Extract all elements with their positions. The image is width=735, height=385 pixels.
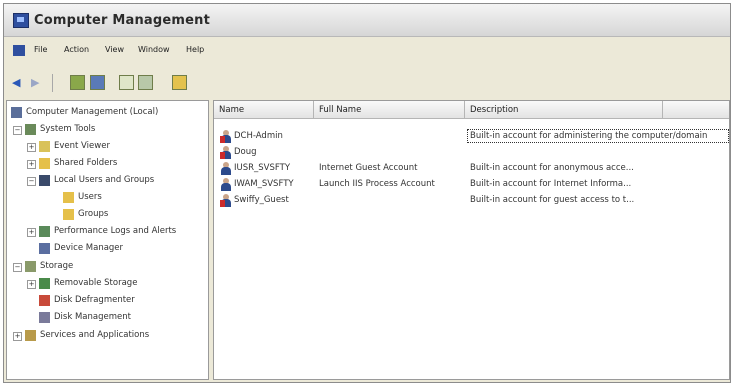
table-row[interactable]: IUSR_SVSFTY Internet Guest Account Built… <box>214 160 729 176</box>
user-list-pane[interactable]: Name Full Name Description DCH-Admin Bui… <box>213 100 730 380</box>
user-icon <box>221 162 231 175</box>
tree-label: Local Users and Groups <box>54 175 155 185</box>
show-hide-tree-icon[interactable] <box>90 75 105 90</box>
storage-icon <box>25 261 36 272</box>
cell-description: Built-in account for Internet Informa... <box>470 179 632 189</box>
toolbar-separator <box>52 74 53 92</box>
back-arrow-icon[interactable]: ◀ <box>12 75 24 90</box>
defragmenter-icon <box>39 295 50 306</box>
expand-icon[interactable]: + <box>27 160 36 169</box>
table-row[interactable]: Swiffy_Guest Built-in account for guest … <box>214 192 729 208</box>
user-icon <box>220 146 231 159</box>
collapse-icon[interactable]: − <box>13 126 22 135</box>
menu-view[interactable]: View <box>105 45 124 54</box>
user-icon <box>220 194 231 207</box>
column-header-filler <box>663 101 729 119</box>
cell-description: Built-in account for guest access to t..… <box>470 195 635 205</box>
collapse-icon[interactable]: − <box>27 177 36 186</box>
tree-label: Disk Defragmenter <box>54 295 135 305</box>
column-header-name[interactable]: Name <box>214 101 314 119</box>
table-row[interactable]: Doug <box>214 144 729 160</box>
expand-icon[interactable]: + <box>27 143 36 152</box>
performance-icon <box>39 226 50 237</box>
computer-management-icon <box>13 13 29 28</box>
menu-file[interactable]: File <box>34 45 47 54</box>
expand-icon[interactable]: + <box>27 228 36 237</box>
tree-label: Computer Management (Local) <box>26 107 159 117</box>
menu-action[interactable]: Action <box>64 45 89 54</box>
tree-label: Services and Applications <box>40 330 150 340</box>
column-header-description[interactable]: Description <box>465 101 663 119</box>
export-list-icon[interactable] <box>172 75 187 90</box>
cell-full-name: Launch IIS Process Account <box>319 179 435 189</box>
mmc-icon[interactable] <box>13 45 25 56</box>
cell-name: Swiffy_Guest <box>234 195 289 205</box>
table-row[interactable]: IWAM_SVSFTY Launch IIS Process Account B… <box>214 176 729 192</box>
column-header-full-name[interactable]: Full Name <box>314 101 465 119</box>
cell-name: IUSR_SVSFTY <box>234 163 291 173</box>
folder-icon <box>63 192 74 203</box>
cell-name: Doug <box>234 147 257 157</box>
tree-label: Shared Folders <box>54 158 118 168</box>
tree-label: Performance Logs and Alerts <box>54 226 177 236</box>
shared-folder-icon <box>39 158 50 169</box>
refresh-icon[interactable] <box>138 75 153 90</box>
cell-name: DCH-Admin <box>234 131 283 141</box>
console-tree[interactable]: Computer Management (Local) − System Too… <box>6 100 209 380</box>
up-folder-icon[interactable] <box>70 75 85 90</box>
services-icon <box>25 330 36 341</box>
user-icon <box>221 178 231 191</box>
event-viewer-icon <box>39 141 50 152</box>
tree-label: Users <box>78 192 102 202</box>
computer-icon <box>11 107 22 118</box>
forward-arrow-icon[interactable]: ▶ <box>31 75 43 90</box>
expand-icon[interactable]: + <box>27 280 36 289</box>
tree-label: System Tools <box>40 124 96 134</box>
menu-bar: File Action View Window Help <box>4 42 730 60</box>
user-icon <box>220 130 231 143</box>
cell-description: Built-in account for administering the c… <box>470 131 708 141</box>
tree-label: Device Manager <box>54 243 124 253</box>
cell-name: IWAM_SVSFTY <box>234 179 294 189</box>
collapse-icon[interactable]: − <box>13 263 22 272</box>
tree-label: Event Viewer <box>54 141 110 151</box>
properties-icon[interactable] <box>119 75 134 90</box>
tree-label: Storage <box>40 261 74 271</box>
tree-label: Groups <box>78 209 109 219</box>
tools-icon <box>25 124 36 135</box>
table-row[interactable]: DCH-Admin Built-in account for administe… <box>214 128 729 144</box>
toolbar: ◀ ▶ <box>4 70 730 96</box>
menu-help[interactable]: Help <box>186 45 204 54</box>
cell-description: Built-in account for anonymous acce... <box>470 163 634 173</box>
computer-management-window: Computer Management File Action View Win… <box>3 3 731 383</box>
expand-icon[interactable]: + <box>13 332 22 341</box>
menu-window[interactable]: Window <box>138 45 170 54</box>
tree-label: Disk Management <box>54 312 131 322</box>
removable-storage-icon <box>39 278 50 289</box>
folder-icon <box>63 209 74 220</box>
disk-management-icon <box>39 312 50 323</box>
title-bar[interactable]: Computer Management <box>4 4 730 37</box>
window-title: Computer Management <box>34 13 211 28</box>
tree-label: Removable Storage <box>54 278 138 288</box>
users-groups-icon <box>39 175 50 186</box>
cell-full-name: Internet Guest Account <box>319 163 418 173</box>
device-manager-icon <box>39 243 50 254</box>
